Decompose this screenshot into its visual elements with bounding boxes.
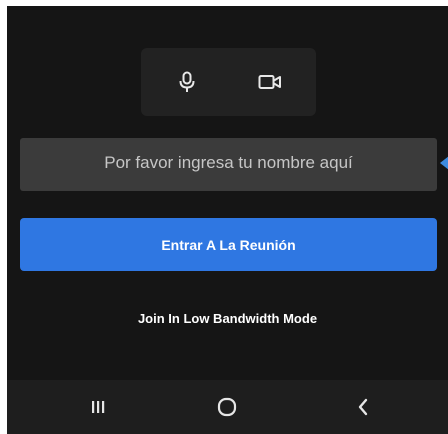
low-bandwidth-mode-label: Join In Low Bandwidth Mode — [137, 311, 318, 326]
low-bandwidth-mode-link[interactable]: Join In Low Bandwidth Mode — [7, 311, 448, 326]
join-meeting-button[interactable]: Entrar A La Reunión — [20, 218, 437, 271]
home-button[interactable] — [212, 392, 242, 422]
name-input[interactable] — [20, 138, 437, 191]
recent-apps-button[interactable] — [83, 392, 113, 422]
field-marker-icon — [440, 156, 448, 170]
join-meeting-button-label: Entrar A La Reunión — [161, 236, 296, 253]
meeting-join-screen: Entrar A La Reunión Join In Low Bandwidt… — [7, 6, 448, 434]
recent-apps-icon — [92, 401, 105, 413]
microphone-icon — [179, 71, 195, 92]
name-input-field[interactable] — [20, 138, 437, 191]
home-icon — [217, 397, 237, 417]
back-button[interactable] — [348, 392, 378, 422]
video-camera-icon — [258, 75, 281, 89]
back-icon — [358, 398, 368, 416]
camera-button[interactable] — [256, 68, 284, 96]
microphone-button[interactable] — [173, 68, 201, 96]
android-navigation-bar — [7, 380, 448, 434]
media-controls-bar — [141, 48, 316, 116]
